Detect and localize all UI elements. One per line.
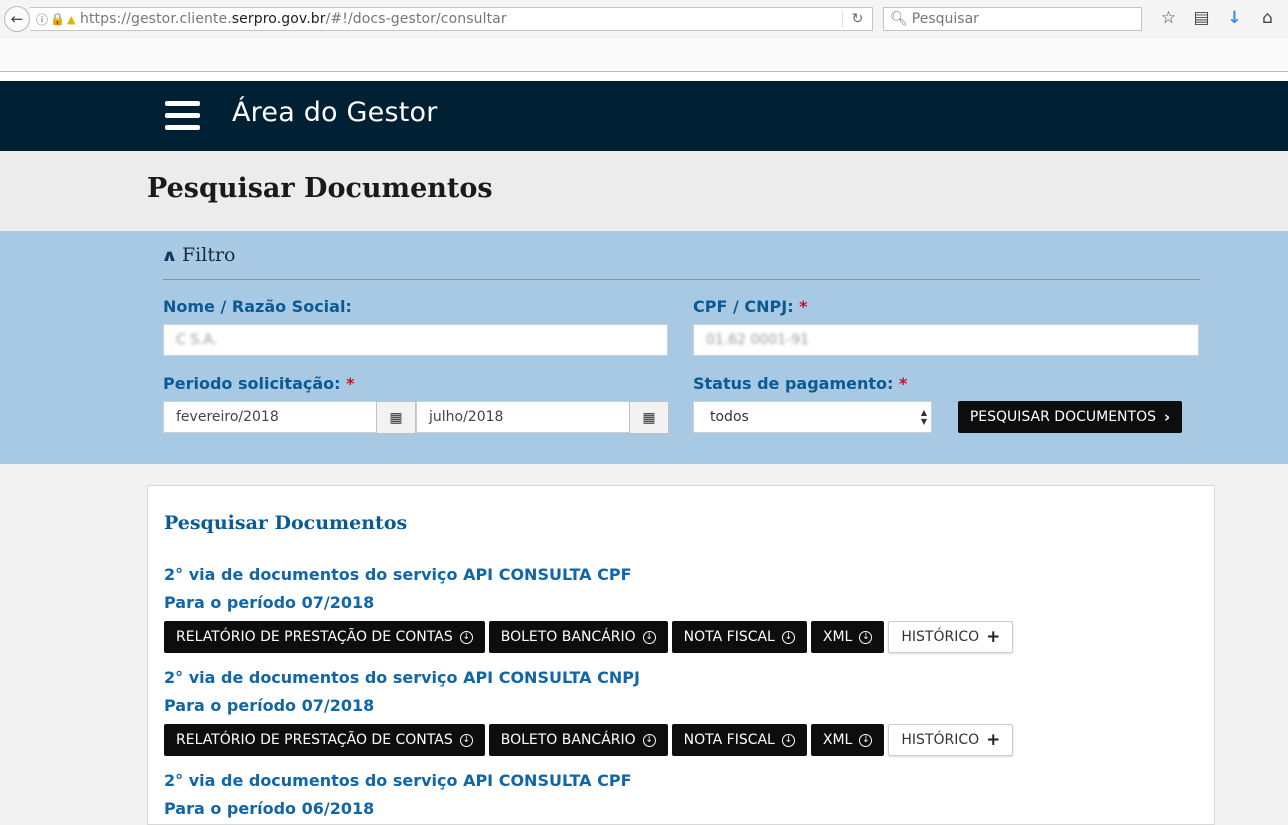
app-title: Área do Gestor	[232, 97, 438, 128]
browser-search-input[interactable]: 🔍︎ Pesquisar	[883, 7, 1142, 31]
search-documents-button[interactable]: PESQUISAR DOCUMENTOS ›	[958, 401, 1182, 433]
search-icon: 🔍︎	[890, 11, 908, 27]
filter-label: Filtro	[182, 244, 236, 266]
calendar-icon: ▦	[389, 409, 403, 426]
download-circle-icon: ↓	[459, 630, 473, 644]
period-label: Periodo solicitação: *	[163, 374, 355, 393]
page-title: Pesquisar Documentos	[147, 173, 493, 204]
document-period: Para o período 07/2018	[164, 593, 375, 612]
browser-toolbar: ← ⓘ 🔒 ▲ https://gestor.cliente.serpro.go…	[0, 0, 1288, 38]
history-button[interactable]: HISTÓRICO +	[888, 621, 1014, 653]
download-icon[interactable]: ↓	[1218, 8, 1251, 28]
cpf-value: 01.62 0001-91	[706, 332, 810, 348]
download-circle-icon: ↓	[859, 630, 873, 644]
chevron-right-icon: ›	[1163, 408, 1171, 426]
cpf-input[interactable]: 01.62 0001-91	[693, 324, 1199, 356]
history-button[interactable]: HISTÓRICO +	[888, 724, 1014, 756]
bookmark-star-icon[interactable]: ☆	[1152, 8, 1185, 28]
download-circle-icon: ↓	[459, 733, 473, 747]
calendar-icon: ▦	[642, 409, 656, 426]
url-text[interactable]: https://gestor.cliente.serpro.gov.br/#!/…	[80, 11, 842, 27]
filter-panel: ∧ Filtro Nome / Razão Social: C S.A. CPF…	[0, 231, 1288, 464]
document-title: 2° via de documentos do serviço API CONS…	[164, 771, 632, 790]
download-circle-icon: ↓	[859, 733, 873, 747]
reading-list-icon[interactable]: ▤	[1185, 8, 1218, 28]
name-value: C S.A.	[176, 332, 218, 348]
info-icon[interactable]: ⓘ	[36, 11, 48, 28]
document-item: 2° via de documentos do serviço API CONS…	[164, 767, 1194, 823]
name-input[interactable]: C S.A.	[163, 324, 668, 356]
document-item: 2° via de documentos do serviço API CONS…	[164, 664, 1194, 756]
nota-fiscal-download-button[interactable]: NOTA FISCAL ↓	[671, 724, 807, 756]
document-period: Para o período 07/2018	[164, 696, 375, 715]
lock-icon: 🔒	[50, 12, 65, 26]
chevron-up-icon: ∧	[161, 245, 178, 265]
boleto-download-button[interactable]: BOLETO BANCÁRIO ↓	[488, 724, 668, 756]
nota-fiscal-download-button[interactable]: NOTA FISCAL ↓	[671, 621, 807, 653]
name-label: Nome / Razão Social:	[163, 297, 352, 316]
select-arrow-icon: ▲ ▼	[920, 408, 927, 426]
period-end-calendar-button[interactable]: ▦	[629, 401, 669, 434]
xml-download-button[interactable]: XML ↓	[810, 621, 885, 653]
app-header: Área do Gestor	[0, 81, 1288, 151]
download-circle-icon: ↓	[781, 630, 795, 644]
plus-icon: +	[986, 730, 1001, 750]
report-download-button[interactable]: RELATÓRIO DE PRESTAÇÃO DE CONTAS ↓	[164, 621, 485, 653]
reload-icon[interactable]: ↻	[842, 11, 872, 27]
divider	[163, 279, 1200, 280]
document-period: Para o período 06/2018	[164, 799, 375, 818]
warning-icon: ▲	[66, 12, 76, 26]
document-title: 2° via de documentos do serviço API CONS…	[164, 668, 640, 687]
download-circle-icon: ↓	[642, 733, 656, 747]
page-heading-bar: Pesquisar Documentos	[0, 151, 1288, 231]
results-card: Pesquisar Documentos 2° via de documento…	[147, 485, 1215, 825]
back-button[interactable]: ←	[4, 6, 30, 32]
period-start-calendar-button[interactable]: ▦	[376, 401, 416, 434]
document-item: 2° via de documentos do serviço API CONS…	[164, 561, 1194, 653]
download-circle-icon: ↓	[642, 630, 656, 644]
hamburger-menu-icon[interactable]	[165, 101, 200, 131]
home-icon[interactable]: ⌂	[1251, 8, 1284, 28]
bookmarks-bar	[0, 38, 1288, 72]
plus-icon: +	[986, 627, 1001, 647]
search-placeholder: Pesquisar	[911, 11, 979, 27]
report-download-button[interactable]: RELATÓRIO DE PRESTAÇÃO DE CONTAS ↓	[164, 724, 485, 756]
status-label: Status de pagamento: *	[693, 374, 908, 393]
status-select[interactable]: todos ▲ ▼	[693, 401, 932, 433]
download-circle-icon: ↓	[781, 733, 795, 747]
cpf-label: CPF / CNPJ: *	[693, 297, 808, 316]
results-title: Pesquisar Documentos	[164, 512, 408, 534]
arrow-left-icon: ←	[10, 10, 24, 28]
filter-toggle[interactable]: ∧ Filtro	[161, 244, 236, 266]
period-end-input[interactable]: julho/2018	[416, 401, 630, 433]
xml-download-button[interactable]: XML ↓	[810, 724, 885, 756]
boleto-download-button[interactable]: BOLETO BANCÁRIO ↓	[488, 621, 668, 653]
url-bar[interactable]: ⓘ 🔒 ▲ https://gestor.cliente.serpro.gov.…	[30, 7, 873, 31]
document-title: 2° via de documentos do serviço API CONS…	[164, 565, 632, 584]
period-start-input[interactable]: fevereiro/2018	[163, 401, 377, 433]
